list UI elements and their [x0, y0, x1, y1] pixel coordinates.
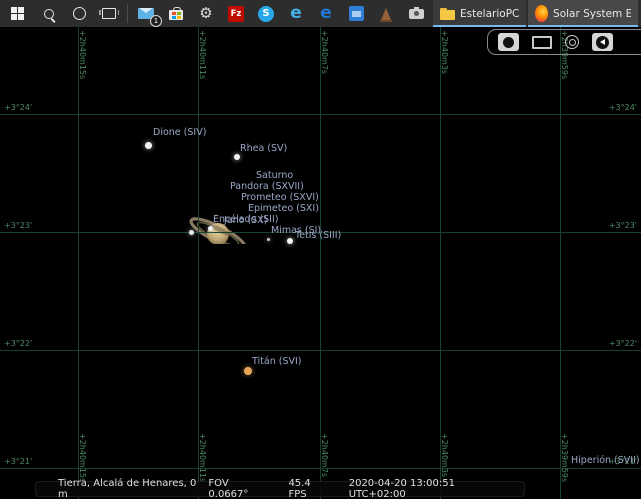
label-hiperion[interactable]: Hiperión (SVII) — [571, 455, 640, 466]
gear-icon: ⚙ — [199, 6, 212, 21]
oculars-toolbar — [487, 29, 641, 55]
internet-explorer-button[interactable]: e — [281, 0, 311, 27]
label-dione[interactable]: Dione (SIV) — [153, 127, 206, 138]
label-saturn[interactable]: Saturno — [256, 170, 293, 181]
fps-text: 45.4 FPS — [288, 478, 331, 499]
dec-label-right: +3°24' — [609, 103, 637, 112]
moon-dot-rhea[interactable] — [234, 154, 240, 160]
label-titan[interactable]: Titán (SVI) — [252, 356, 301, 367]
label-pandora[interactable]: Pandora (SXVII) — [230, 181, 304, 192]
taskbar-divider — [127, 4, 128, 23]
ra-label-top: +2h40m7s — [320, 30, 329, 74]
sensor-frame-button[interactable] — [532, 36, 552, 49]
search-icon — [44, 9, 54, 19]
moon-dot-titan[interactable] — [244, 367, 252, 375]
settings-button[interactable]: ⚙ — [191, 0, 221, 27]
task-view-button[interactable] — [94, 0, 124, 27]
label-rhea[interactable]: Rhea (SV) — [240, 143, 287, 154]
label-tetis[interactable]: Tetis (SIII) — [295, 230, 341, 241]
firefox-icon — [535, 5, 548, 22]
ra-label-top: +2h40m11s — [198, 30, 207, 79]
skype-button[interactable]: S — [251, 0, 281, 27]
oculars-menu-button[interactable] — [592, 33, 613, 51]
moon-dot-encelado[interactable] — [208, 226, 213, 231]
window-label: Solar System Expl... — [553, 8, 631, 20]
internet-explorer-icon: e — [290, 5, 302, 22]
label-epimeteo[interactable]: Epimeteo (SXI) — [248, 203, 319, 214]
datetime-text: 2020-04-20 13:00:51 UTC+02:00 — [349, 478, 514, 499]
dec-label-right: +3°23' — [609, 221, 637, 230]
filezilla-button[interactable]: Fz — [221, 0, 251, 27]
skype-icon: S — [258, 6, 274, 22]
folder-icon — [440, 8, 455, 20]
windows-logo-icon — [11, 7, 24, 20]
ocular-icon — [503, 37, 514, 48]
stellarium-sky-view[interactable]: +3°24' +3°24' +3°23' +3°23' +3°22' +3°22' +3°2… — [0, 27, 641, 499]
taskbar-search-button[interactable] — [34, 0, 64, 27]
start-button[interactable] — [0, 0, 34, 27]
microsoft-store-button[interactable] — [161, 0, 191, 27]
telrad-button[interactable] — [565, 35, 579, 49]
task-view-icon — [102, 8, 116, 19]
status-bar: Tierra, Alcalá de Henares, 0 m FOV 0.066… — [35, 481, 525, 497]
ocular-view-button[interactable] — [498, 33, 519, 51]
grid-ra-line — [78, 27, 79, 499]
ra-label-top: +2h40m3s — [440, 30, 449, 74]
camera-icon — [409, 9, 424, 19]
taskbar-window-solar-system[interactable]: Solar System Expl... — [528, 0, 638, 27]
ra-label-top: +2h40m15s — [78, 30, 87, 79]
moon-dot-jano[interactable] — [189, 230, 194, 235]
screen: 1 ⚙ Fz S e e — [0, 0, 641, 499]
grid-ra-line — [560, 27, 561, 499]
moon-dot-dione[interactable] — [145, 142, 152, 149]
camera-app-button[interactable] — [401, 0, 431, 27]
edge-icon: e — [320, 5, 332, 22]
grid-ra-line — [440, 27, 441, 499]
planetarium-app-button[interactable] — [371, 0, 401, 27]
ra-label-bottom: +2h40m11s — [198, 433, 207, 482]
planetarium-icon — [381, 8, 391, 20]
window-label: EstelarioPC — [460, 8, 519, 20]
fov-text: FOV 0.0667° — [208, 478, 271, 499]
mail-button[interactable]: 1 — [131, 0, 161, 27]
moon-dot-tetis[interactable] — [287, 238, 293, 244]
sensor-frame-icon — [532, 36, 552, 49]
ra-label-bottom: +2h40m3s — [440, 433, 449, 477]
ra-label-bottom: +2h40m7s — [320, 433, 329, 477]
grid-ra-line — [198, 27, 199, 499]
moon-dot-mimas[interactable] — [267, 238, 270, 241]
label-prometeo[interactable]: Prometeo (SXVI) — [241, 192, 319, 203]
dec-label-left: +3°22' — [4, 339, 32, 348]
dec-label-left: +3°23' — [4, 221, 32, 230]
oculars-menu-icon — [596, 36, 609, 49]
label-jano[interactable]: Jano (SX) — [224, 215, 267, 226]
grid-ra-line — [320, 27, 321, 499]
grid-dec-line — [0, 114, 641, 115]
location-text: Tierra, Alcalá de Henares, 0 m — [58, 478, 208, 499]
cortana-icon — [73, 7, 86, 20]
dec-label-left: +3°21' — [4, 457, 32, 466]
grid-dec-line — [0, 350, 641, 351]
dec-label-right: +3°22' — [609, 339, 637, 348]
taskbar-window-estelariopc[interactable]: EstelarioPC — [433, 0, 526, 27]
dec-label-left: +3°24' — [4, 103, 32, 112]
microsoft-store-icon — [169, 7, 183, 20]
movies-tv-icon — [349, 6, 364, 21]
cortana-button[interactable] — [64, 0, 94, 27]
windows-taskbar: 1 ⚙ Fz S e e — [0, 0, 641, 27]
filezilla-icon: Fz — [228, 6, 244, 22]
movies-tv-button[interactable] — [341, 0, 371, 27]
ra-label-bottom: +2h39m59s — [560, 433, 569, 482]
telrad-icon — [565, 35, 579, 49]
edge-button[interactable]: e — [311, 0, 341, 27]
ra-label-bottom: +2h40m15s — [78, 433, 87, 482]
